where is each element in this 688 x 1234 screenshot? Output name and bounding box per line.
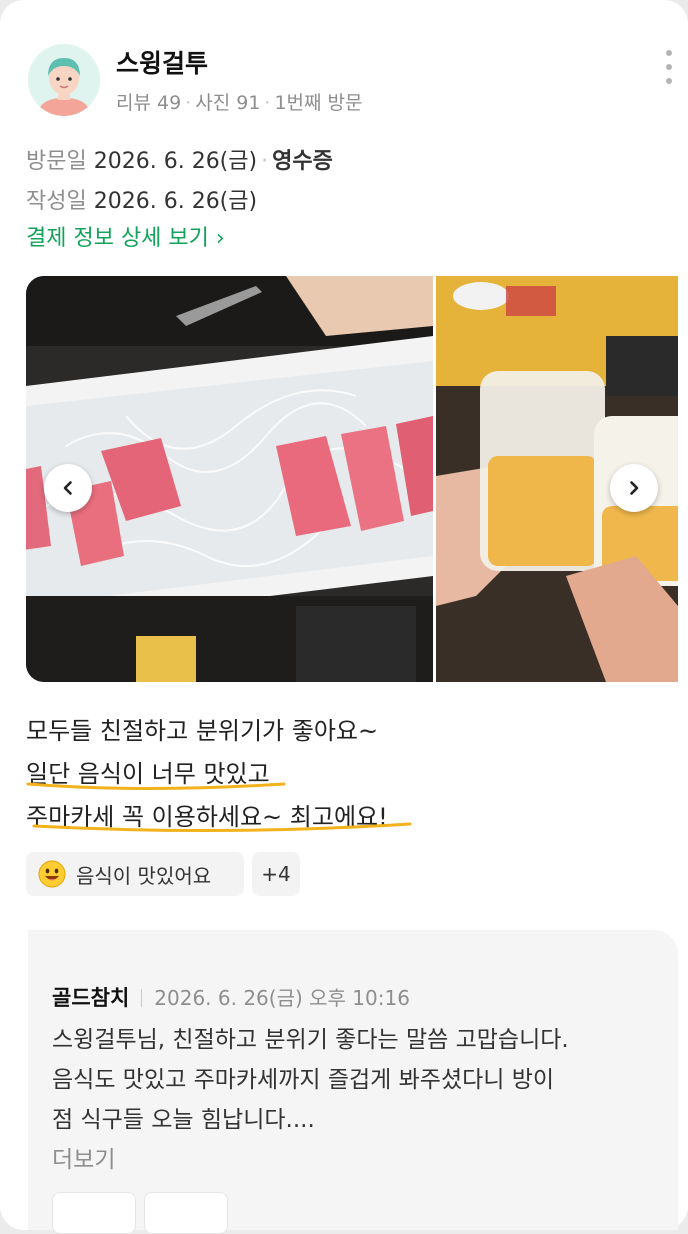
written-date-label: 작성일: [26, 189, 87, 214]
visit-date-label: 방문일: [26, 149, 87, 174]
more-vertical-icon[interactable]: [664, 50, 674, 84]
review-line: 모두들 친절하고 분위기가 좋아요~: [26, 717, 379, 745]
visit-date-row: 방문일 2026. 6. 26(금) · 영수증: [26, 149, 333, 174]
photo-next-button[interactable]: [610, 464, 658, 512]
owner-reply-header: 골드참치 2026. 6. 26(금) 오후 10:16: [52, 982, 410, 1012]
bottom-chip[interactable]: [52, 1192, 136, 1234]
chevron-right-icon: [630, 481, 639, 495]
owner-reply: 골드참치 2026. 6. 26(금) 오후 10:16 스윙걸투님, 친절하고 …: [28, 930, 678, 1230]
owner-name: 골드참치: [52, 986, 130, 1010]
visit-count: 1번째 방문: [274, 92, 363, 114]
owner-reply-line: 점 식구들 오늘 힘납니다....: [52, 1107, 315, 1133]
photo-count: 사진 91: [195, 92, 261, 114]
more-keywords-chip[interactable]: +4: [252, 852, 300, 896]
avatar[interactable]: [28, 44, 100, 116]
chevron-left-icon: [63, 481, 72, 495]
written-date-row: 작성일 2026. 6. 26(금): [26, 183, 257, 215]
review-count: 리뷰 49: [116, 92, 182, 114]
owner-reply-text: 스윙걸투님, 친절하고 분위기 좋다는 말씀 고맙습니다. 음식도 맛있고 주마…: [52, 1020, 662, 1140]
visit-date: 2026. 6. 26(금): [93, 149, 258, 174]
reviewer-name[interactable]: 스윙걸투: [116, 44, 208, 80]
owner-reply-line: 스윙걸투님, 친절하고 분위기 좋다는 말씀 고맙습니다.: [52, 1027, 569, 1053]
photo-prev-button[interactable]: [44, 464, 92, 512]
reviewer-stats: 리뷰 49 · 사진 91 · 1번째 방문: [116, 92, 363, 114]
review-card: 스윙걸투 리뷰 49 · 사진 91 · 1번째 방문 방문일 2026. 6. 26(…: [0, 0, 688, 1234]
receipt-badge: 영수증: [272, 149, 333, 174]
written-date: 2026. 6. 26(금): [93, 189, 258, 214]
highlight-underline: [26, 782, 412, 833]
owner-reply-line: 음식도 맛있고 주마카세까지 즐겁게 봐주셨다니 방이: [52, 1067, 555, 1093]
bottom-chip[interactable]: [144, 1192, 228, 1234]
keyword-chip-label: 음식이 맛있어요: [76, 863, 212, 888]
smiley-emoji-icon: [38, 860, 66, 888]
payment-detail-link[interactable]: 결제 정보 상세 보기 ›: [26, 220, 225, 252]
keyword-chip[interactable]: 음식이 맛있어요: [26, 852, 244, 896]
reply-more-button[interactable]: 더보기: [52, 1140, 115, 1174]
owner-reply-date: 2026. 6. 26(금) 오후 10:16: [154, 986, 410, 1010]
